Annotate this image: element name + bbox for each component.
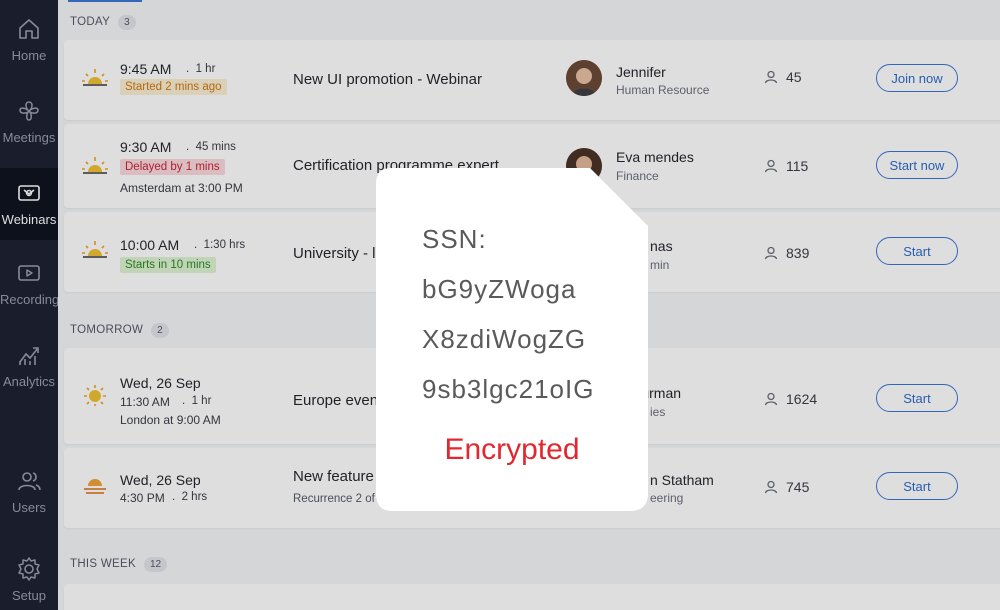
ssn-cipher-line: 9sb3lgc21oIG: [422, 374, 595, 404]
encrypted-status: Encrypted: [444, 433, 580, 466]
encrypted-ssn-card: SSN: bG9yZWoga X8zdiWogZG 9sb3lgc21oIG E…: [376, 168, 648, 511]
ssn-cipher-line: X8zdiWogZG: [422, 324, 587, 354]
ssn-cipher-line: bG9yZWoga: [422, 274, 577, 304]
ssn-label: SSN:: [422, 224, 487, 254]
